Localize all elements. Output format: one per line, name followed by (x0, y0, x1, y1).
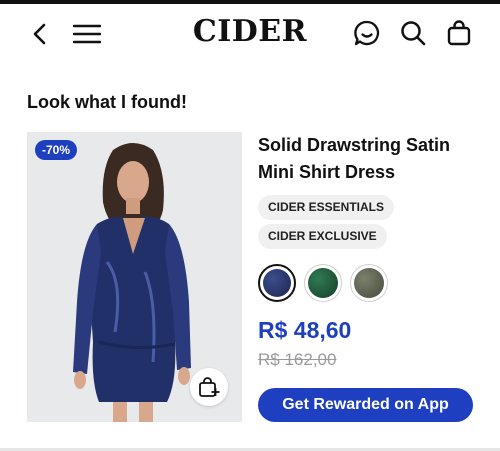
swatch-fill (308, 268, 338, 298)
sale-price: R$ 48,60 (258, 317, 352, 343)
swatch-fill (263, 269, 291, 297)
swatch-fill (354, 268, 384, 298)
add-to-bag-icon (199, 377, 220, 397)
color-swatch-green[interactable] (304, 264, 342, 302)
product-title[interactable]: Solid Drawstring Satin Mini Shirt Dress (258, 132, 488, 186)
original-price: R$ 162,00 (258, 350, 337, 369)
shopping-bag-icon (447, 20, 471, 46)
cart-button[interactable] (442, 16, 476, 50)
discount-badge: -70% (35, 140, 78, 160)
search-icon (401, 21, 426, 46)
add-to-cart-button[interactable] (190, 368, 228, 406)
get-rewarded-button[interactable]: Get Rewarded on App (258, 388, 473, 422)
color-swatch-olive[interactable] (350, 264, 388, 302)
color-swatch-navy[interactable] (258, 264, 296, 302)
app-header: CIDER (0, 4, 500, 62)
product-image[interactable]: -70% (27, 132, 242, 422)
search-button[interactable] (396, 16, 430, 50)
chat-icon (354, 20, 380, 46)
product-info: Solid Drawstring Satin Mini Shirt Dress (258, 132, 488, 186)
tag-cider-exclusive[interactable]: CIDER EXCLUSIVE (258, 224, 387, 249)
section-title: Look what I found! (27, 92, 187, 112)
chat-button[interactable] (350, 16, 384, 50)
tag-cider-essentials[interactable]: CIDER ESSENTIALS (258, 195, 395, 220)
